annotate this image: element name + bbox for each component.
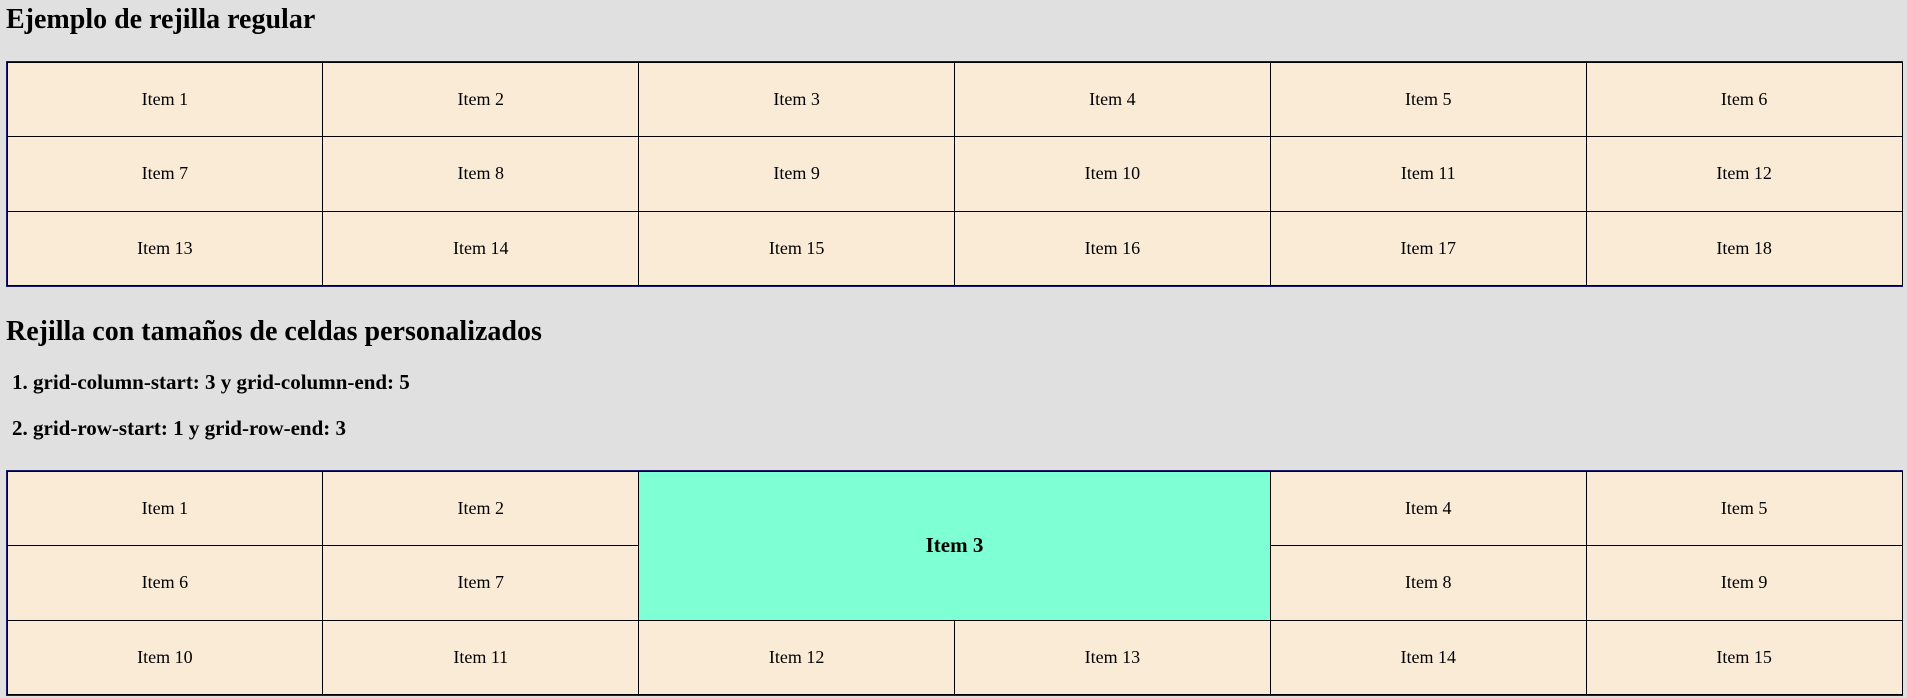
grid-item: Item 15	[1585, 619, 1903, 696]
grid-item: Item 14	[322, 210, 640, 287]
grid-item: Item 12	[1585, 136, 1903, 212]
grid-item: Item 7	[322, 545, 640, 621]
grid-item: Item 14	[1269, 619, 1587, 696]
regular-grid-title: Ejemplo de rejilla regular	[6, 4, 316, 35]
grid-item: Item 5	[1269, 61, 1587, 138]
grid-item: Item 10	[6, 619, 324, 696]
grid-item: Item 4	[1269, 470, 1587, 547]
rule-item: grid-row-start: 1 y grid-row-end: 3	[33, 418, 410, 439]
grid-item: Item 15	[638, 210, 955, 287]
grid-item: Item 17	[1269, 210, 1587, 287]
grid-item: Item 2	[322, 61, 640, 138]
grid-item: Item 2	[322, 470, 640, 547]
grid-item: Item 12	[638, 619, 955, 696]
custom-grid: Item 1 Item 2 Item 3 Item 4 Item 5 Item …	[6, 470, 1903, 696]
grid-item: Item 11	[322, 619, 640, 696]
grid-item: Item 9	[1585, 545, 1903, 621]
grid-item: Item 4	[954, 61, 1271, 138]
grid-item: Item 8	[322, 136, 640, 212]
grid-item: Item 6	[6, 545, 324, 621]
grid-item: Item 1	[6, 61, 324, 138]
grid-item: Item 9	[638, 136, 955, 212]
grid-item: Item 8	[1269, 545, 1587, 621]
grid-item: Item 13	[954, 619, 1271, 696]
grid-item: Item 7	[6, 136, 324, 212]
grid-item: Item 18	[1585, 210, 1903, 287]
grid-item: Item 3	[638, 61, 955, 138]
regular-grid: Item 1 Item 2 Item 3 Item 4 Item 5 Item …	[6, 61, 1903, 287]
rules-list: grid-column-start: 3 y grid-column-end: …	[0, 372, 410, 464]
page: Ejemplo de rejilla regular Item 1 Item 2…	[0, 0, 1907, 698]
grid-item: Item 6	[1585, 61, 1903, 138]
custom-grid-title: Rejilla con tamaños de celdas personaliz…	[6, 316, 542, 347]
grid-item: Item 5	[1585, 470, 1903, 547]
rule-item: grid-column-start: 3 y grid-column-end: …	[33, 372, 410, 393]
grid-item: Item 10	[954, 136, 1271, 212]
grid-item-highlighted: Item 3	[638, 470, 1271, 621]
grid-item: Item 11	[1269, 136, 1587, 212]
grid-item: Item 1	[6, 470, 324, 547]
grid-item: Item 16	[954, 210, 1271, 287]
grid-item: Item 13	[6, 210, 324, 287]
